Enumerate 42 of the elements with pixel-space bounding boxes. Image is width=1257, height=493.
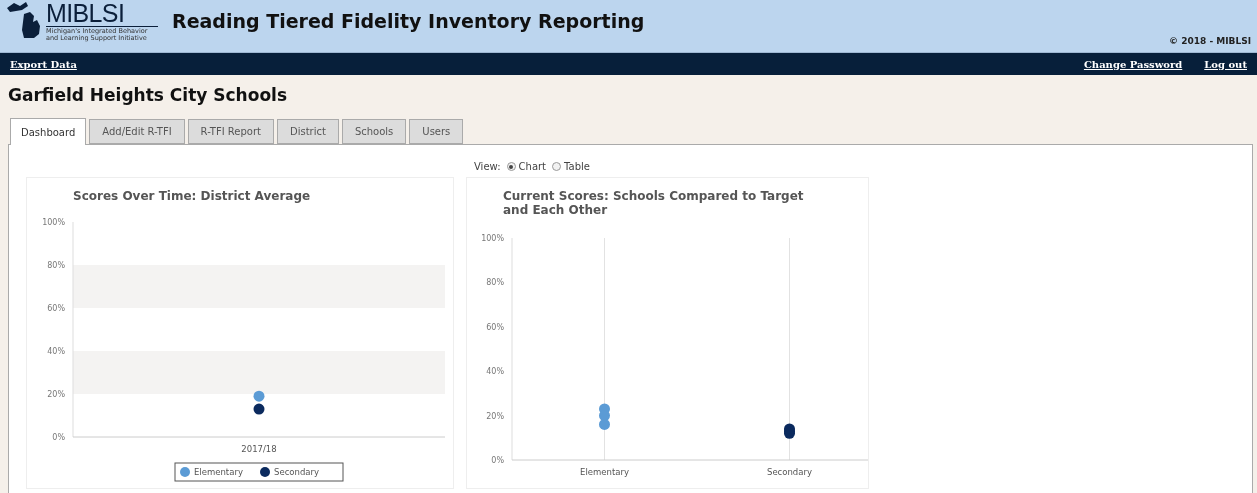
tab[interactable]: District [276, 119, 339, 144]
y-tick-label: 80% [47, 261, 65, 270]
tab[interactable]: Dashboard [10, 118, 87, 145]
chart-title: Current Scores: Schools Compared to Target [503, 189, 804, 203]
y-tick-label: 100% [481, 234, 504, 243]
app-title: Reading Tiered Fidelity Inventory Reporting [172, 8, 645, 34]
data-point [599, 419, 610, 430]
page-title: Garfield Heights City Schools [8, 84, 289, 106]
y-tick-label: 60% [486, 322, 504, 332]
view-label: View: [474, 160, 501, 174]
tab[interactable]: Add/Edit R-TFI [89, 119, 185, 144]
y-tick-label: 40% [47, 347, 65, 356]
radio-option[interactable]: Table [552, 159, 590, 174]
legend-label: Elementary [194, 467, 243, 477]
data-point [599, 410, 610, 422]
chart-title: and Each Other [503, 203, 608, 217]
tab[interactable]: Users [409, 119, 464, 144]
y-tick-label: 0% [491, 456, 504, 465]
logo-text: MIBLSI [46, 0, 126, 26]
y-tick-label: 40% [486, 367, 504, 377]
copyright-text: © 2018 - MIBLSI [1169, 34, 1251, 48]
x-tick-label: Secondary [767, 467, 812, 477]
nav-link[interactable]: Change Password [1083, 56, 1183, 72]
x-tick-label: 2017/18 [241, 444, 277, 454]
legend-label: Secondary [274, 467, 319, 477]
y-tick-label: 0% [52, 433, 65, 442]
radio-option[interactable]: Chart [506, 159, 547, 174]
nav-link[interactable]: Export Data [10, 56, 77, 72]
x-tick-label: Elementary [580, 467, 629, 477]
radio-button[interactable] [506, 162, 516, 171]
nav-link[interactable]: Log out [1204, 56, 1247, 72]
data-point [253, 390, 265, 402]
y-tick-label: 80% [486, 278, 504, 288]
data-point [253, 403, 265, 415]
y-tick-label: 20% [486, 411, 504, 421]
chart-title: Scores Over Time: District Average [73, 189, 311, 203]
tab[interactable]: R-TFI Report [187, 119, 274, 144]
radio-button[interactable] [552, 162, 562, 171]
y-tick-label: 100% [42, 218, 65, 227]
y-tick-label: 60% [47, 304, 65, 313]
y-tick-label: 20% [47, 390, 65, 399]
tab[interactable]: Schools [341, 119, 407, 144]
